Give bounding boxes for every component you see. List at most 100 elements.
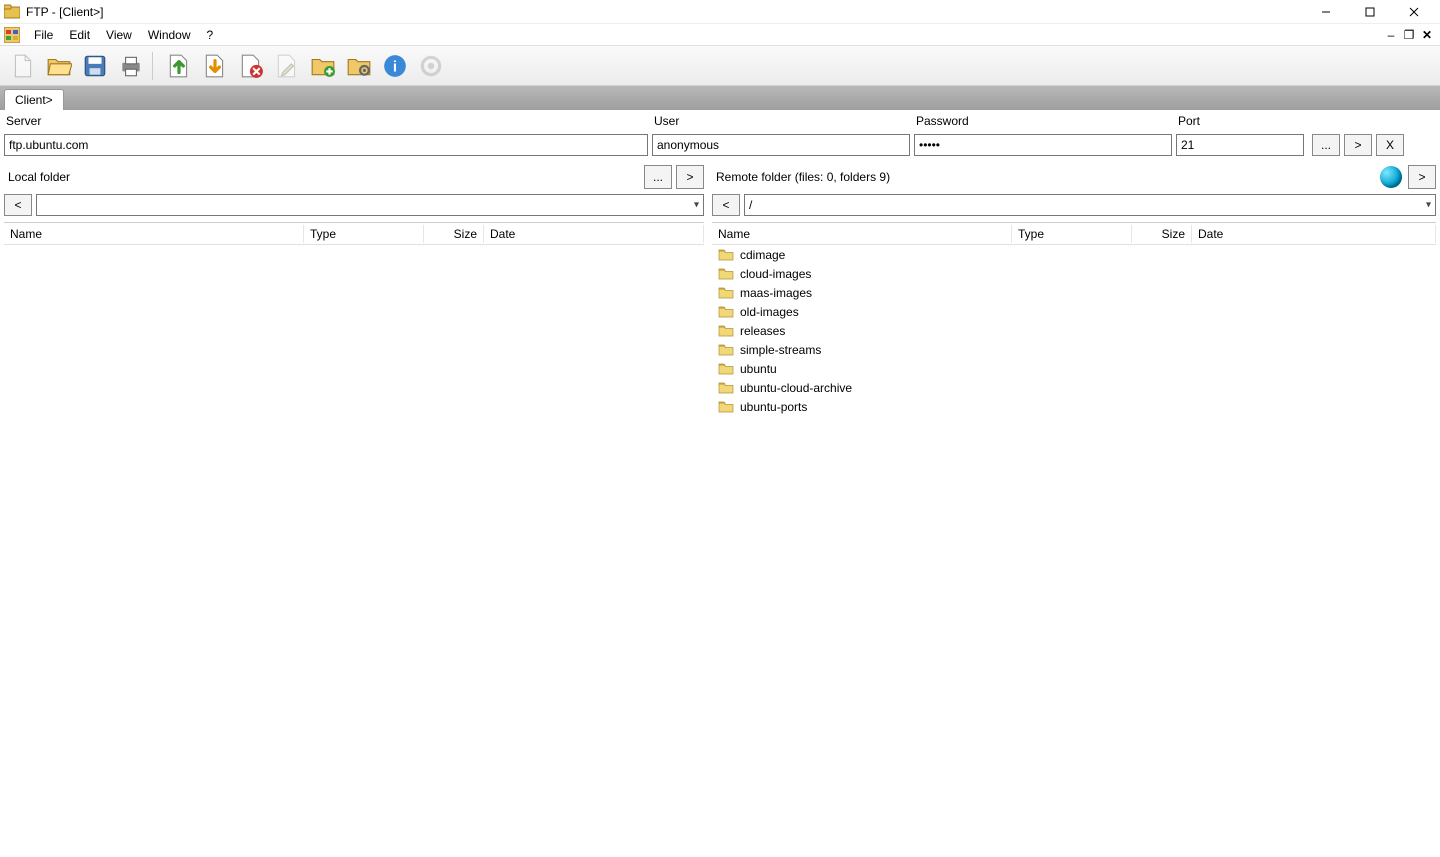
server-label: Server	[4, 114, 648, 128]
toolbar-separator	[152, 52, 158, 80]
remote-path-row: < / ▾	[712, 194, 1436, 222]
new-folder-icon	[310, 53, 336, 79]
open-folder-icon	[46, 53, 72, 79]
remote-col-type[interactable]: Type	[1012, 225, 1132, 243]
toolbar-info[interactable]: i	[378, 49, 412, 83]
pane-splitter[interactable]	[704, 160, 712, 416]
toolbar-edit-file[interactable]	[270, 49, 304, 83]
remote-col-date[interactable]: Date	[1192, 225, 1436, 243]
info-icon: i	[382, 53, 408, 79]
port-label: Port	[1176, 114, 1304, 128]
remote-col-size[interactable]: Size	[1132, 225, 1192, 243]
list-item[interactable]: releases	[712, 321, 1436, 340]
toolbar-print[interactable]	[114, 49, 148, 83]
connection-panel: Server User Password Port ... > X	[0, 110, 1440, 160]
disconnect-button[interactable]: X	[1376, 134, 1404, 156]
minimize-button[interactable]	[1304, 0, 1348, 24]
local-col-type[interactable]: Type	[304, 225, 424, 243]
password-label: Password	[914, 114, 1172, 128]
mdi-close-button[interactable]: ✕	[1418, 28, 1436, 42]
local-col-date[interactable]: Date	[484, 225, 704, 243]
list-item-name: old-images	[740, 305, 799, 319]
toolbar-new-file[interactable]	[6, 49, 40, 83]
browse-button[interactable]: ...	[1312, 134, 1340, 156]
folder-icon	[718, 399, 734, 415]
download-icon	[202, 53, 228, 79]
list-item-name: ubuntu-ports	[740, 400, 807, 414]
connect-button[interactable]: >	[1344, 134, 1372, 156]
toolbar-save[interactable]	[78, 49, 112, 83]
local-path-combo[interactable]: ▾	[36, 194, 704, 216]
user-input[interactable]	[652, 134, 910, 156]
user-label: User	[652, 114, 910, 128]
tab-client[interactable]: Client>	[4, 89, 64, 110]
remote-pane-header: Remote folder (files: 0, folders 9) >	[712, 160, 1436, 194]
local-file-list[interactable]: Name Type Size Date	[4, 222, 704, 416]
local-col-size[interactable]: Size	[424, 225, 484, 243]
toolbar-settings[interactable]	[414, 49, 448, 83]
mdi-minimize-button[interactable]: –	[1382, 28, 1400, 42]
local-go-button[interactable]: >	[676, 165, 704, 189]
list-item-name: maas-images	[740, 286, 812, 300]
menu-help[interactable]: ?	[199, 26, 222, 44]
list-item[interactable]: cdimage	[712, 245, 1436, 264]
save-icon	[82, 53, 108, 79]
list-item[interactable]: ubuntu	[712, 359, 1436, 378]
list-item[interactable]: maas-images	[712, 283, 1436, 302]
menu-window[interactable]: Window	[140, 26, 199, 44]
remote-back-button[interactable]: <	[712, 194, 740, 216]
maximize-icon	[1365, 7, 1375, 17]
tabstrip: Client>	[0, 86, 1440, 110]
close-button[interactable]	[1392, 0, 1436, 24]
folder-icon	[718, 342, 734, 358]
menu-edit[interactable]: Edit	[61, 26, 98, 44]
remote-path-combo[interactable]: / ▾	[744, 194, 1436, 216]
local-folder-label: Local folder	[4, 170, 640, 184]
toolbar-open-folder[interactable]	[42, 49, 76, 83]
menu-view[interactable]: View	[98, 26, 140, 44]
local-col-name[interactable]: Name	[4, 225, 304, 243]
list-item-name: cdimage	[740, 248, 785, 262]
port-input[interactable]	[1176, 134, 1304, 156]
toolbar-folder-settings[interactable]	[342, 49, 376, 83]
globe-icon	[1380, 166, 1402, 188]
titlebar: FTP - [Client>]	[0, 0, 1440, 24]
list-item[interactable]: old-images	[712, 302, 1436, 321]
delete-file-icon	[238, 53, 264, 79]
local-path-row: < ▾	[4, 194, 704, 222]
local-browse-button[interactable]: ...	[644, 165, 672, 189]
toolbar-download[interactable]	[198, 49, 232, 83]
list-item-name: ubuntu-cloud-archive	[740, 381, 852, 395]
close-icon	[1409, 7, 1419, 17]
chevron-down-icon: ▾	[694, 200, 699, 211]
toolbar-upload[interactable]	[162, 49, 196, 83]
minimize-icon	[1321, 7, 1331, 17]
menubar: File Edit View Window ? – ❐ ✕	[0, 24, 1440, 46]
remote-file-list[interactable]: Name Type Size Date cdimage cloud-images m…	[712, 222, 1436, 416]
list-item[interactable]: ubuntu-ports	[712, 397, 1436, 416]
server-input[interactable]	[4, 134, 648, 156]
list-item[interactable]: cloud-images	[712, 264, 1436, 283]
remote-pane: Remote folder (files: 0, folders 9) > < …	[712, 160, 1436, 416]
chevron-down-icon: ▾	[1426, 200, 1431, 211]
window-title: FTP - [Client>]	[26, 5, 103, 19]
remote-col-name[interactable]: Name	[712, 225, 1012, 243]
folder-icon	[718, 304, 734, 320]
remote-go-button[interactable]: >	[1408, 165, 1436, 189]
edit-file-icon	[274, 53, 300, 79]
menu-file[interactable]: File	[26, 26, 61, 44]
folder-icon	[718, 380, 734, 396]
mdi-restore-button[interactable]: ❐	[1400, 28, 1418, 42]
folder-icon	[718, 361, 734, 377]
toolbar-delete[interactable]	[234, 49, 268, 83]
mdi-app-icon	[4, 27, 20, 43]
local-column-headers: Name Type Size Date	[4, 223, 704, 245]
local-back-button[interactable]: <	[4, 194, 32, 216]
maximize-button[interactable]	[1348, 0, 1392, 24]
list-item[interactable]: ubuntu-cloud-archive	[712, 378, 1436, 397]
password-input[interactable]	[914, 134, 1172, 156]
toolbar-new-folder[interactable]	[306, 49, 340, 83]
list-item[interactable]: simple-streams	[712, 340, 1436, 359]
folder-gear-icon	[346, 53, 372, 79]
gear-icon	[418, 53, 444, 79]
